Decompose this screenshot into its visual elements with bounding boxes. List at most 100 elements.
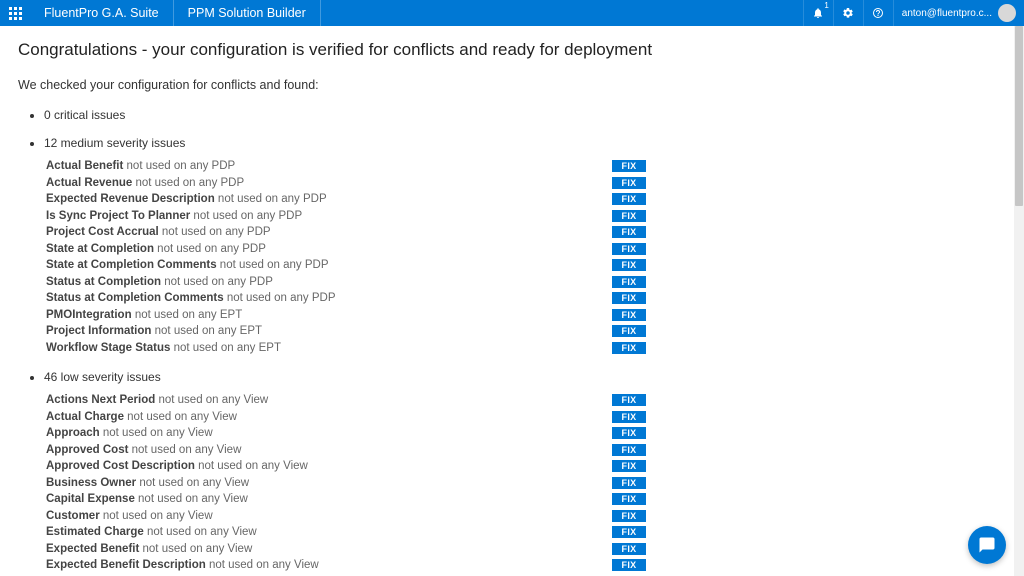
- issue-field: Project Cost Accrual: [46, 226, 159, 238]
- low-label: 46 low severity issues: [44, 370, 1006, 384]
- issue-text: Expected Benefit Description not used on…: [46, 559, 586, 571]
- issue-row: PMOIntegration not used on any EPT FIX: [46, 307, 646, 324]
- issue-field: Expected Benefit: [46, 543, 139, 555]
- issue-row: Project Cost Accrual not used on any PDP…: [46, 224, 646, 241]
- chat-icon: [978, 536, 996, 554]
- issue-text: Actions Next Period not used on any View: [46, 394, 586, 406]
- issue-text: Workflow Stage Status not used on any EP…: [46, 342, 586, 354]
- fix-button[interactable]: FIX: [612, 309, 646, 321]
- issue-text: Approved Cost Description not used on an…: [46, 460, 586, 472]
- issue-row: Workflow Stage Status not used on any EP…: [46, 340, 646, 357]
- product-label[interactable]: PPM Solution Builder: [174, 0, 321, 26]
- issue-text: Approach not used on any View: [46, 427, 586, 439]
- fix-button[interactable]: FIX: [612, 444, 646, 456]
- issue-row: Approved Cost Description not used on an…: [46, 458, 646, 475]
- issue-text: Actual Charge not used on any View: [46, 411, 586, 423]
- fix-button[interactable]: FIX: [612, 543, 646, 555]
- page-subtitle: We checked your configuration for confli…: [18, 78, 1006, 92]
- issue-text: Project Cost Accrual not used on any PDP: [46, 226, 586, 238]
- fix-button[interactable]: FIX: [612, 411, 646, 423]
- issue-row: Capital Expense not used on any View FIX: [46, 491, 646, 508]
- issue-text: Actual Benefit not used on any PDP: [46, 160, 586, 172]
- issue-field: Workflow Stage Status: [46, 342, 170, 354]
- issue-row: Approved Cost not used on any View FIX: [46, 442, 646, 459]
- issue-row: Project Information not used on any EPTF…: [46, 323, 646, 340]
- issue-text: PMOIntegration not used on any EPT: [46, 309, 586, 321]
- issue-field: Approved Cost Description: [46, 460, 195, 472]
- fix-button[interactable]: FIX: [612, 160, 646, 172]
- issue-row: State at Completion not used on any PDPF…: [46, 241, 646, 258]
- fix-button[interactable]: FIX: [612, 510, 646, 522]
- issue-row: Customer not used on any View FIX: [46, 508, 646, 525]
- medium-label: 12 medium severity issues: [44, 136, 1006, 150]
- issue-field: State at Completion: [46, 243, 154, 255]
- issue-row: Business Owner not used on any View FIX: [46, 475, 646, 492]
- issue-text: Customer not used on any View: [46, 510, 586, 522]
- issue-row: Status at Completion Comments not used o…: [46, 290, 646, 307]
- issue-text: Status at Completion Comments not used o…: [46, 292, 586, 304]
- issue-row: Actual Revenue not used on any PDPFIX: [46, 175, 646, 192]
- issue-text: Expected Revenue Description not used on…: [46, 193, 586, 205]
- notifications-button[interactable]: 1: [803, 0, 833, 26]
- low-section: 46 low severity issues Actions Next Peri…: [44, 370, 1006, 576]
- issue-row: Actual Benefit not used on any PDP FIX: [46, 158, 646, 175]
- issue-field: Approach: [46, 427, 100, 439]
- notification-count: 1: [824, 2, 828, 10]
- fix-button[interactable]: FIX: [612, 226, 646, 238]
- issue-text: Expected Benefit not used on any View: [46, 543, 586, 555]
- brand-label[interactable]: FluentPro G.A. Suite: [30, 0, 174, 26]
- medium-section: 12 medium severity issues Actual Benefit…: [44, 136, 1006, 356]
- issue-field: Actual Benefit: [46, 160, 123, 172]
- help-icon: [872, 7, 884, 19]
- fix-button[interactable]: FIX: [612, 243, 646, 255]
- issue-text: Status at Completion not used on any PDP: [46, 276, 586, 288]
- fix-button[interactable]: FIX: [612, 493, 646, 505]
- fix-button[interactable]: FIX: [612, 325, 646, 337]
- issue-field: Expected Revenue Description: [46, 193, 215, 205]
- app-launcher-button[interactable]: [0, 0, 30, 26]
- issue-row: Actual Charge not used on any View FIX: [46, 409, 646, 426]
- issue-text: Estimated Charge not used on any View: [46, 526, 586, 538]
- issue-field: Capital Expense: [46, 493, 135, 505]
- issue-field: Actual Charge: [46, 411, 124, 423]
- issue-row: Approach not used on any View FIX: [46, 425, 646, 442]
- issue-text: Is Sync Project To Planner not used on a…: [46, 210, 586, 222]
- help-button[interactable]: [863, 0, 893, 26]
- avatar: [998, 4, 1016, 22]
- issue-field: Status at Completion: [46, 276, 161, 288]
- issue-row: Expected Benefit not used on any View FIX: [46, 541, 646, 558]
- user-menu[interactable]: anton@fluentpro.c...: [893, 0, 1024, 26]
- fix-button[interactable]: FIX: [612, 460, 646, 472]
- fix-button[interactable]: FIX: [612, 210, 646, 222]
- bell-icon: [812, 7, 824, 19]
- issue-field: Business Owner: [46, 477, 136, 489]
- fix-button[interactable]: FIX: [612, 276, 646, 288]
- issue-field: Actions Next Period: [46, 394, 155, 406]
- fix-button[interactable]: FIX: [612, 342, 646, 354]
- waffle-icon: [9, 7, 22, 20]
- fix-button[interactable]: FIX: [612, 526, 646, 538]
- scrollbar-thumb[interactable]: [1015, 26, 1023, 206]
- fix-button[interactable]: FIX: [612, 394, 646, 406]
- issue-field: Actual Revenue: [46, 177, 132, 189]
- issue-row: Status at Completion not used on any PDP…: [46, 274, 646, 291]
- fix-button[interactable]: FIX: [612, 477, 646, 489]
- chat-button[interactable]: [968, 526, 1006, 564]
- fix-button[interactable]: FIX: [612, 292, 646, 304]
- fix-button[interactable]: FIX: [612, 177, 646, 189]
- issue-text: Business Owner not used on any View: [46, 477, 586, 489]
- issue-text: Capital Expense not used on any View: [46, 493, 586, 505]
- settings-button[interactable]: [833, 0, 863, 26]
- issue-field: Customer: [46, 510, 100, 522]
- fix-button[interactable]: FIX: [612, 259, 646, 271]
- top-header: FluentPro G.A. Suite PPM Solution Builde…: [0, 0, 1024, 26]
- main-content: Congratulations - your configuration is …: [0, 26, 1024, 576]
- fix-button[interactable]: FIX: [612, 427, 646, 439]
- issue-text: State at Completion Comments not used on…: [46, 259, 586, 271]
- scrollbar-track[interactable]: [1014, 26, 1024, 576]
- fix-button[interactable]: FIX: [612, 559, 646, 571]
- fix-button[interactable]: FIX: [612, 193, 646, 205]
- issue-text: Approved Cost not used on any View: [46, 444, 586, 456]
- issue-row: Expected Benefit Description not used on…: [46, 557, 646, 574]
- user-label: anton@fluentpro.c...: [902, 8, 992, 19]
